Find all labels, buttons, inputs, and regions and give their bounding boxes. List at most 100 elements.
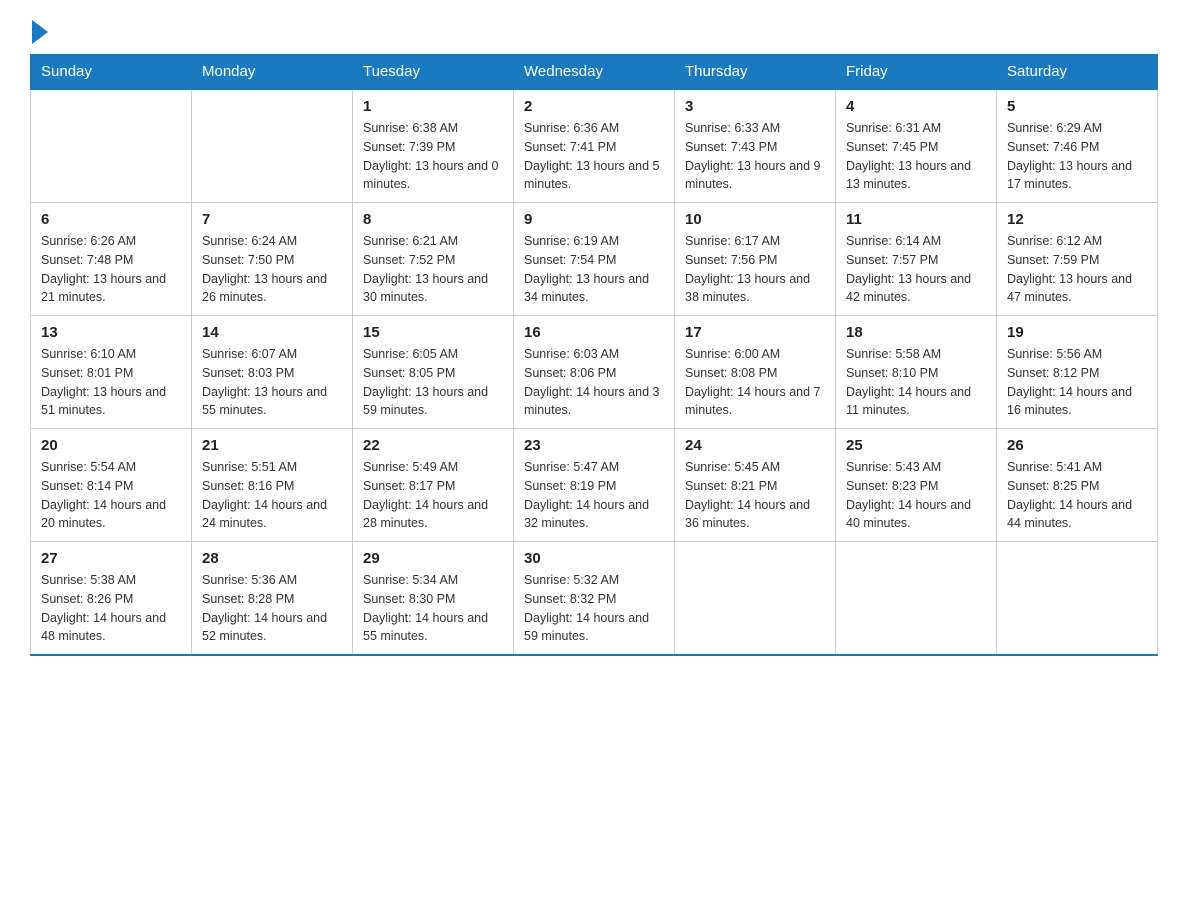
weekday-header-wednesday: Wednesday xyxy=(514,55,675,90)
day-info: Sunrise: 6:19 AMSunset: 7:54 PMDaylight:… xyxy=(524,232,664,307)
calendar-cell: 18 Sunrise: 5:58 AMSunset: 8:10 PMDayligh… xyxy=(836,316,997,429)
day-info: Sunrise: 6:17 AMSunset: 7:56 PMDaylight:… xyxy=(685,232,825,307)
day-number: 27 xyxy=(41,550,181,567)
calendar-cell: 15Sunrise: 6:05 AMSunset: 8:05 PMDayligh… xyxy=(353,316,514,429)
calendar-cell xyxy=(192,89,353,203)
calendar-cell: 23 Sunrise: 5:47 AMSunset: 8:19 PMDayligh… xyxy=(514,429,675,542)
calendar-cell: 6 Sunrise: 6:26 AMSunset: 7:48 PMDaylight… xyxy=(31,203,192,316)
day-number: 22 xyxy=(363,437,503,454)
day-info: Sunrise: 6:21 AMSunset: 7:52 PMDaylight:… xyxy=(363,232,503,307)
weekday-header-friday: Friday xyxy=(836,55,997,90)
week-row-5: 27 Sunrise: 5:38 AMSunset: 8:26 PMDayligh… xyxy=(31,542,1158,656)
day-info: Sunrise: 5:58 AMSunset: 8:10 PMDaylight:… xyxy=(846,345,986,420)
calendar-cell xyxy=(675,542,836,656)
day-number: 5 xyxy=(1007,98,1147,115)
day-number: 8 xyxy=(363,211,503,228)
day-info: Sunrise: 6:00 AMSunset: 8:08 PMDaylight:… xyxy=(685,345,825,420)
day-info: Sunrise: 5:56 AMSunset: 8:12 PMDaylight:… xyxy=(1007,345,1147,420)
weekday-header-monday: Monday xyxy=(192,55,353,90)
calendar-cell xyxy=(836,542,997,656)
weekday-header-tuesday: Tuesday xyxy=(353,55,514,90)
calendar-cell: 19Sunrise: 5:56 AMSunset: 8:12 PMDayligh… xyxy=(997,316,1158,429)
calendar-cell: 2Sunrise: 6:36 AMSunset: 7:41 PMDaylight… xyxy=(514,89,675,203)
day-info: Sunrise: 5:38 AMSunset: 8:26 PMDaylight:… xyxy=(41,571,181,646)
calendar-cell xyxy=(997,542,1158,656)
day-number: 29 xyxy=(363,550,503,567)
calendar-cell: 20 Sunrise: 5:54 AMSunset: 8:14 PMDayligh… xyxy=(31,429,192,542)
day-info: Sunrise: 5:49 AMSunset: 8:17 PMDaylight:… xyxy=(363,458,503,533)
week-row-2: 6 Sunrise: 6:26 AMSunset: 7:48 PMDaylight… xyxy=(31,203,1158,316)
day-info: Sunrise: 5:51 AMSunset: 8:16 PMDaylight:… xyxy=(202,458,342,533)
day-info: Sunrise: 5:34 AMSunset: 8:30 PMDaylight:… xyxy=(363,571,503,646)
day-info: Sunrise: 5:41 AMSunset: 8:25 PMDaylight:… xyxy=(1007,458,1147,533)
calendar-cell: 11 Sunrise: 6:14 AMSunset: 7:57 PMDayligh… xyxy=(836,203,997,316)
calendar-cell: 17Sunrise: 6:00 AMSunset: 8:08 PMDayligh… xyxy=(675,316,836,429)
day-number: 4 xyxy=(846,98,986,115)
calendar-cell: 3 Sunrise: 6:33 AMSunset: 7:43 PMDaylight… xyxy=(675,89,836,203)
calendar-cell: 4 Sunrise: 6:31 AMSunset: 7:45 PMDaylight… xyxy=(836,89,997,203)
day-number: 10 xyxy=(685,211,825,228)
day-info: Sunrise: 5:32 AMSunset: 8:32 PMDaylight:… xyxy=(524,571,664,646)
day-info: Sunrise: 6:24 AMSunset: 7:50 PMDaylight:… xyxy=(202,232,342,307)
day-number: 15 xyxy=(363,324,503,341)
day-number: 30 xyxy=(524,550,664,567)
day-info: Sunrise: 6:38 AMSunset: 7:39 PMDaylight:… xyxy=(363,119,503,194)
calendar-cell: 16 Sunrise: 6:03 AMSunset: 8:06 PMDayligh… xyxy=(514,316,675,429)
logo-arrow-icon xyxy=(32,20,48,44)
day-number: 6 xyxy=(41,211,181,228)
day-number: 13 xyxy=(41,324,181,341)
day-number: 18 xyxy=(846,324,986,341)
calendar-cell: 26 Sunrise: 5:41 AMSunset: 8:25 PMDayligh… xyxy=(997,429,1158,542)
day-number: 23 xyxy=(524,437,664,454)
day-info: Sunrise: 5:54 AMSunset: 8:14 PMDaylight:… xyxy=(41,458,181,533)
day-info: Sunrise: 5:45 AMSunset: 8:21 PMDaylight:… xyxy=(685,458,825,533)
calendar-cell: 7 Sunrise: 6:24 AMSunset: 7:50 PMDaylight… xyxy=(192,203,353,316)
calendar-cell xyxy=(31,89,192,203)
weekday-header-saturday: Saturday xyxy=(997,55,1158,90)
day-number: 25 xyxy=(846,437,986,454)
calendar-cell: 8 Sunrise: 6:21 AMSunset: 7:52 PMDaylight… xyxy=(353,203,514,316)
day-info: Sunrise: 6:33 AMSunset: 7:43 PMDaylight:… xyxy=(685,119,825,194)
day-number: 3 xyxy=(685,98,825,115)
logo xyxy=(30,20,48,44)
day-number: 12 xyxy=(1007,211,1147,228)
day-number: 26 xyxy=(1007,437,1147,454)
calendar-cell: 24Sunrise: 5:45 AMSunset: 8:21 PMDayligh… xyxy=(675,429,836,542)
calendar-table: SundayMondayTuesdayWednesdayThursdayFrid… xyxy=(30,54,1158,656)
day-number: 20 xyxy=(41,437,181,454)
calendar-cell: 12 Sunrise: 6:12 AMSunset: 7:59 PMDayligh… xyxy=(997,203,1158,316)
day-number: 14 xyxy=(202,324,342,341)
day-info: Sunrise: 6:03 AMSunset: 8:06 PMDaylight:… xyxy=(524,345,664,420)
calendar-cell: 29 Sunrise: 5:34 AMSunset: 8:30 PMDayligh… xyxy=(353,542,514,656)
day-number: 1 xyxy=(363,98,503,115)
calendar-cell: 1 Sunrise: 6:38 AMSunset: 7:39 PMDaylight… xyxy=(353,89,514,203)
day-number: 7 xyxy=(202,211,342,228)
day-info: Sunrise: 5:43 AMSunset: 8:23 PMDaylight:… xyxy=(846,458,986,533)
day-number: 9 xyxy=(524,211,664,228)
calendar-cell: 22 Sunrise: 5:49 AMSunset: 8:17 PMDayligh… xyxy=(353,429,514,542)
day-number: 11 xyxy=(846,211,986,228)
day-info: Sunrise: 5:47 AMSunset: 8:19 PMDaylight:… xyxy=(524,458,664,533)
calendar-cell: 9 Sunrise: 6:19 AMSunset: 7:54 PMDaylight… xyxy=(514,203,675,316)
calendar-cell: 28 Sunrise: 5:36 AMSunset: 8:28 PMDayligh… xyxy=(192,542,353,656)
day-info: Sunrise: 6:26 AMSunset: 7:48 PMDaylight:… xyxy=(41,232,181,307)
calendar-cell: 10 Sunrise: 6:17 AMSunset: 7:56 PMDayligh… xyxy=(675,203,836,316)
day-info: Sunrise: 5:36 AMSunset: 8:28 PMDaylight:… xyxy=(202,571,342,646)
calendar-cell: 21Sunrise: 5:51 AMSunset: 8:16 PMDayligh… xyxy=(192,429,353,542)
week-row-1: 1 Sunrise: 6:38 AMSunset: 7:39 PMDaylight… xyxy=(31,89,1158,203)
day-number: 28 xyxy=(202,550,342,567)
day-info: Sunrise: 6:31 AMSunset: 7:45 PMDaylight:… xyxy=(846,119,986,194)
day-info: Sunrise: 6:10 AMSunset: 8:01 PMDaylight:… xyxy=(41,345,181,420)
day-info: Sunrise: 6:12 AMSunset: 7:59 PMDaylight:… xyxy=(1007,232,1147,307)
day-number: 2 xyxy=(524,98,664,115)
calendar-cell: 30 Sunrise: 5:32 AMSunset: 8:32 PMDayligh… xyxy=(514,542,675,656)
weekday-header-row: SundayMondayTuesdayWednesdayThursdayFrid… xyxy=(31,55,1158,90)
day-info: Sunrise: 6:29 AMSunset: 7:46 PMDaylight:… xyxy=(1007,119,1147,194)
calendar-cell: 27 Sunrise: 5:38 AMSunset: 8:26 PMDayligh… xyxy=(31,542,192,656)
day-number: 16 xyxy=(524,324,664,341)
day-info: Sunrise: 6:14 AMSunset: 7:57 PMDaylight:… xyxy=(846,232,986,307)
calendar-cell: 13 Sunrise: 6:10 AMSunset: 8:01 PMDayligh… xyxy=(31,316,192,429)
weekday-header-thursday: Thursday xyxy=(675,55,836,90)
calendar-cell: 25 Sunrise: 5:43 AMSunset: 8:23 PMDayligh… xyxy=(836,429,997,542)
day-info: Sunrise: 6:07 AMSunset: 8:03 PMDaylight:… xyxy=(202,345,342,420)
